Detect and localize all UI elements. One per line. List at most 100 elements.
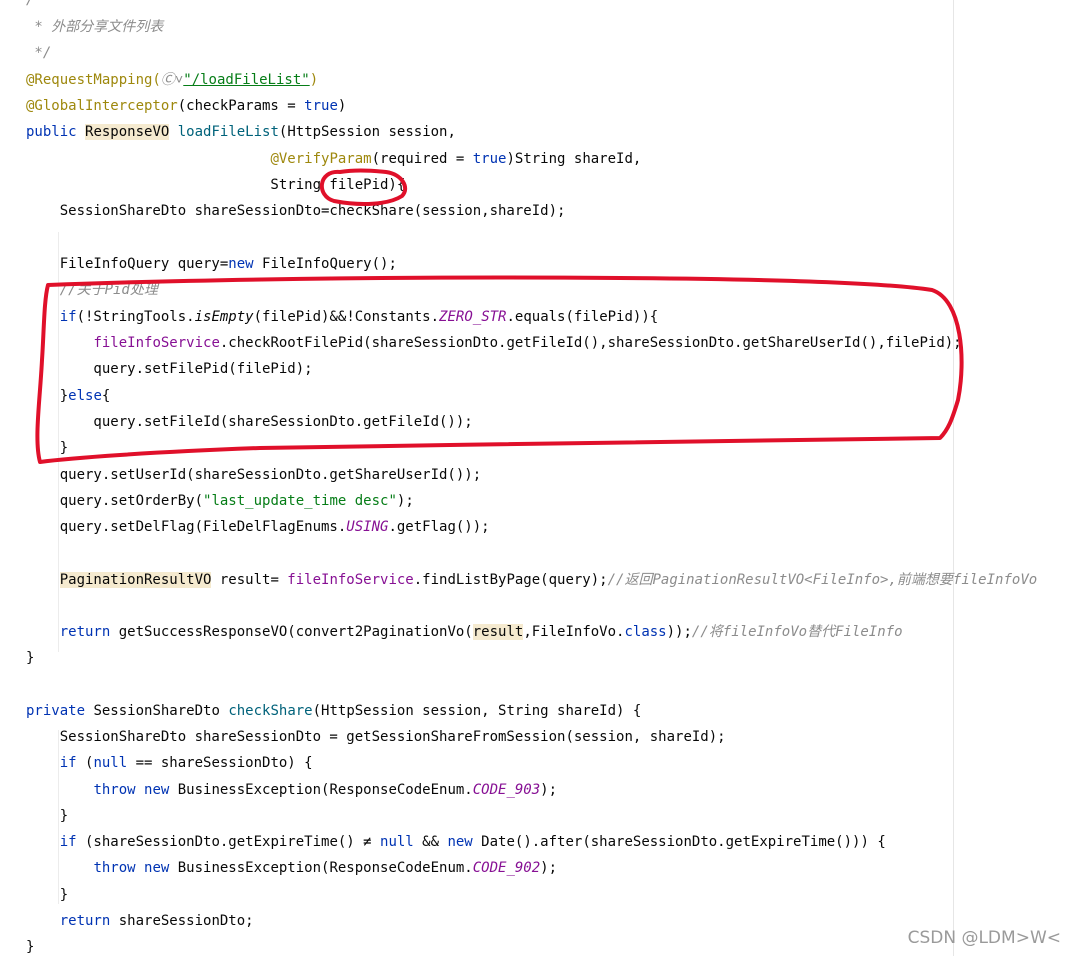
code-token: class (624, 624, 667, 640)
code-token: )); (666, 624, 692, 640)
code-token: //返回PaginationResultVO<FileInfo>,前端想要fil… (607, 572, 1038, 588)
code-token: query.setDelFlag(FileDelFlagEnums. (26, 519, 347, 535)
code-token: query.setFileId(shareSessionDto.getFileI… (26, 414, 473, 430)
code-token: ); (540, 782, 558, 798)
code-token: @VerifyParam (270, 151, 372, 167)
code-token: ( (76, 755, 94, 771)
code-line: SessionShareDto shareSessionDto = getSes… (26, 724, 726, 750)
code-token: .findListByPage(query); (413, 572, 608, 588)
code-line: query.setFileId(shareSessionDto.getFileI… (26, 409, 473, 435)
code-token: } (26, 440, 69, 456)
code-token: (HttpSession session, String shareId) { (312, 703, 642, 719)
code-line: }else{ (26, 383, 111, 409)
code-token: null (380, 834, 414, 850)
code-token: } (26, 808, 69, 824)
code-token: ); (396, 493, 414, 509)
code-token: FileInfoQuery(); (253, 256, 397, 272)
comment-line: /** (26, 0, 52, 8)
code-line: if (shareSessionDto.getExpireTime() ≠ nu… (26, 829, 886, 855)
code-token: query.setFilePid(filePid); (26, 361, 313, 377)
code-token: checkShare (228, 703, 313, 719)
csdn-watermark: CSDN @LDM>W< (907, 928, 1061, 948)
code-line: private SessionShareDto checkShare(HttpS… (26, 698, 641, 724)
code-line: return getSuccessResponseVO(convert2Pagi… (26, 619, 903, 645)
code-line: return shareSessionDto; (26, 908, 254, 934)
code-token: (shareSessionDto.getExpireTime() ≠ (76, 834, 381, 850)
code-line: FileInfoQuery query=new FileInfoQuery(); (26, 251, 397, 277)
code-token: (required = (371, 151, 473, 167)
comment-line: */ (26, 45, 52, 61)
code-token: && (413, 834, 448, 850)
code-token: result= (211, 572, 288, 588)
code-token: ,FileInfoVo. (523, 624, 625, 640)
code-token: throw new (93, 782, 170, 798)
code-token: shareSessionDto; (110, 913, 254, 929)
code-token: CODE_902 (472, 860, 541, 876)
code-token: if (59, 834, 77, 850)
code-line: throw new BusinessException(ResponseCode… (26, 777, 557, 803)
code-token: BusinessException(ResponseCodeEnum. (169, 782, 473, 798)
code-token: .equals(filePid)){ (506, 309, 659, 325)
code-token: } (26, 887, 69, 903)
code-line: } (26, 882, 68, 908)
code-line: //关于Pid处理 (26, 277, 158, 303)
code-token: //关于Pid处理 (59, 282, 158, 298)
code-token: } (26, 939, 35, 955)
code-token: ResponseVO (85, 124, 170, 140)
code-token: PaginationResultVO (59, 572, 212, 588)
code-token: SessionShareDto shareSessionDto=checkSha… (26, 203, 566, 219)
code-token: if (59, 755, 77, 771)
code-token: true (304, 98, 338, 114)
code-line: query.setFilePid(filePid); (26, 356, 313, 382)
code-token: return (59, 913, 111, 929)
code-token: ) (309, 72, 319, 88)
code-line: @GlobalInterceptor(checkParams = true) (26, 93, 346, 119)
code-line: } (26, 435, 68, 461)
code-token: @GlobalInterceptor (26, 98, 178, 114)
code-token: "last_update_time desc" (203, 493, 397, 509)
code-token: USING (346, 519, 389, 535)
code-token: .checkRootFilePid(shareSessionDto.getFil… (219, 335, 962, 351)
code-token: new (447, 834, 473, 850)
code-token: )String shareId, (506, 151, 642, 167)
code-token: SessionShareDto (85, 703, 229, 719)
code-token: "/loadFileList" (183, 72, 310, 88)
code-token: ZERO_STR (439, 309, 507, 325)
code-line: public ResponseVO loadFileList(HttpSessi… (26, 119, 456, 145)
code-token: Date().after(shareSessionDto.getExpireTi… (472, 834, 886, 850)
code-token: } (26, 650, 35, 666)
code-token: (HttpSession session, (278, 124, 456, 140)
code-line: } (26, 803, 68, 829)
comment-line: * 外部分享文件列表 (26, 19, 164, 35)
code-token: else (68, 388, 102, 404)
code-line: query.setOrderBy("last_update_time desc"… (26, 488, 414, 514)
code-line: if(!StringTools.isEmpty(filePid)&&!Const… (26, 304, 658, 330)
code-line: if (null == shareSessionDto) { (26, 750, 313, 776)
code-token: BusinessException(ResponseCodeEnum. (169, 860, 473, 876)
code-token: (!StringTools. (76, 309, 195, 325)
code-line: query.setUserId(shareSessionDto.getShare… (26, 462, 481, 488)
code-token: @RequestMapping( (26, 72, 161, 88)
code-token: isEmpty (194, 309, 254, 325)
code-token: public (26, 124, 86, 140)
code-editor[interactable]: /** * 外部分享文件列表 */ @RequestMapping(Ⓒ˅"/lo… (0, 0, 1066, 956)
code-token: FileInfoQuery query= (26, 256, 229, 272)
code-token: throw new (93, 860, 170, 876)
code-token: ); (540, 860, 558, 876)
code-token: == shareSessionDto) { (127, 755, 313, 771)
code-token: fileInfoService (287, 572, 414, 588)
code-line: query.setDelFlag(FileDelFlagEnums.USING.… (26, 514, 490, 540)
code-line: } (26, 645, 34, 671)
code-token: if (59, 309, 77, 325)
code-token: ) (337, 98, 347, 114)
